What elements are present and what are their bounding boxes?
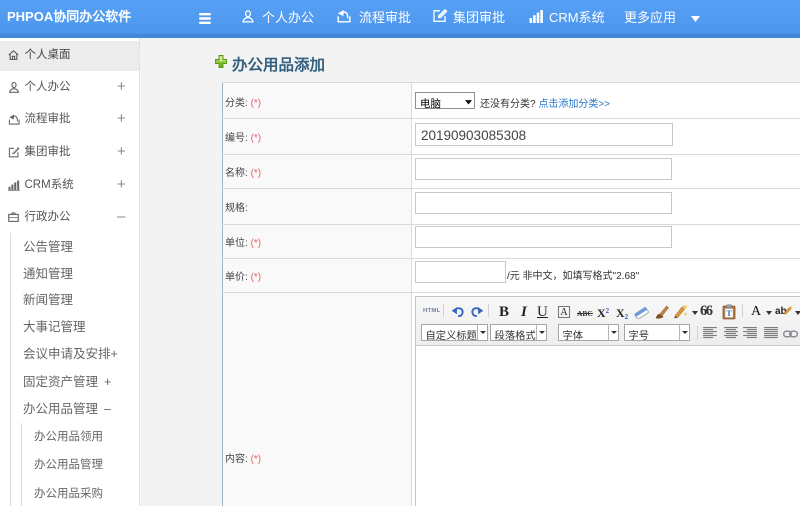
svg-text:T: T [726,309,732,318]
